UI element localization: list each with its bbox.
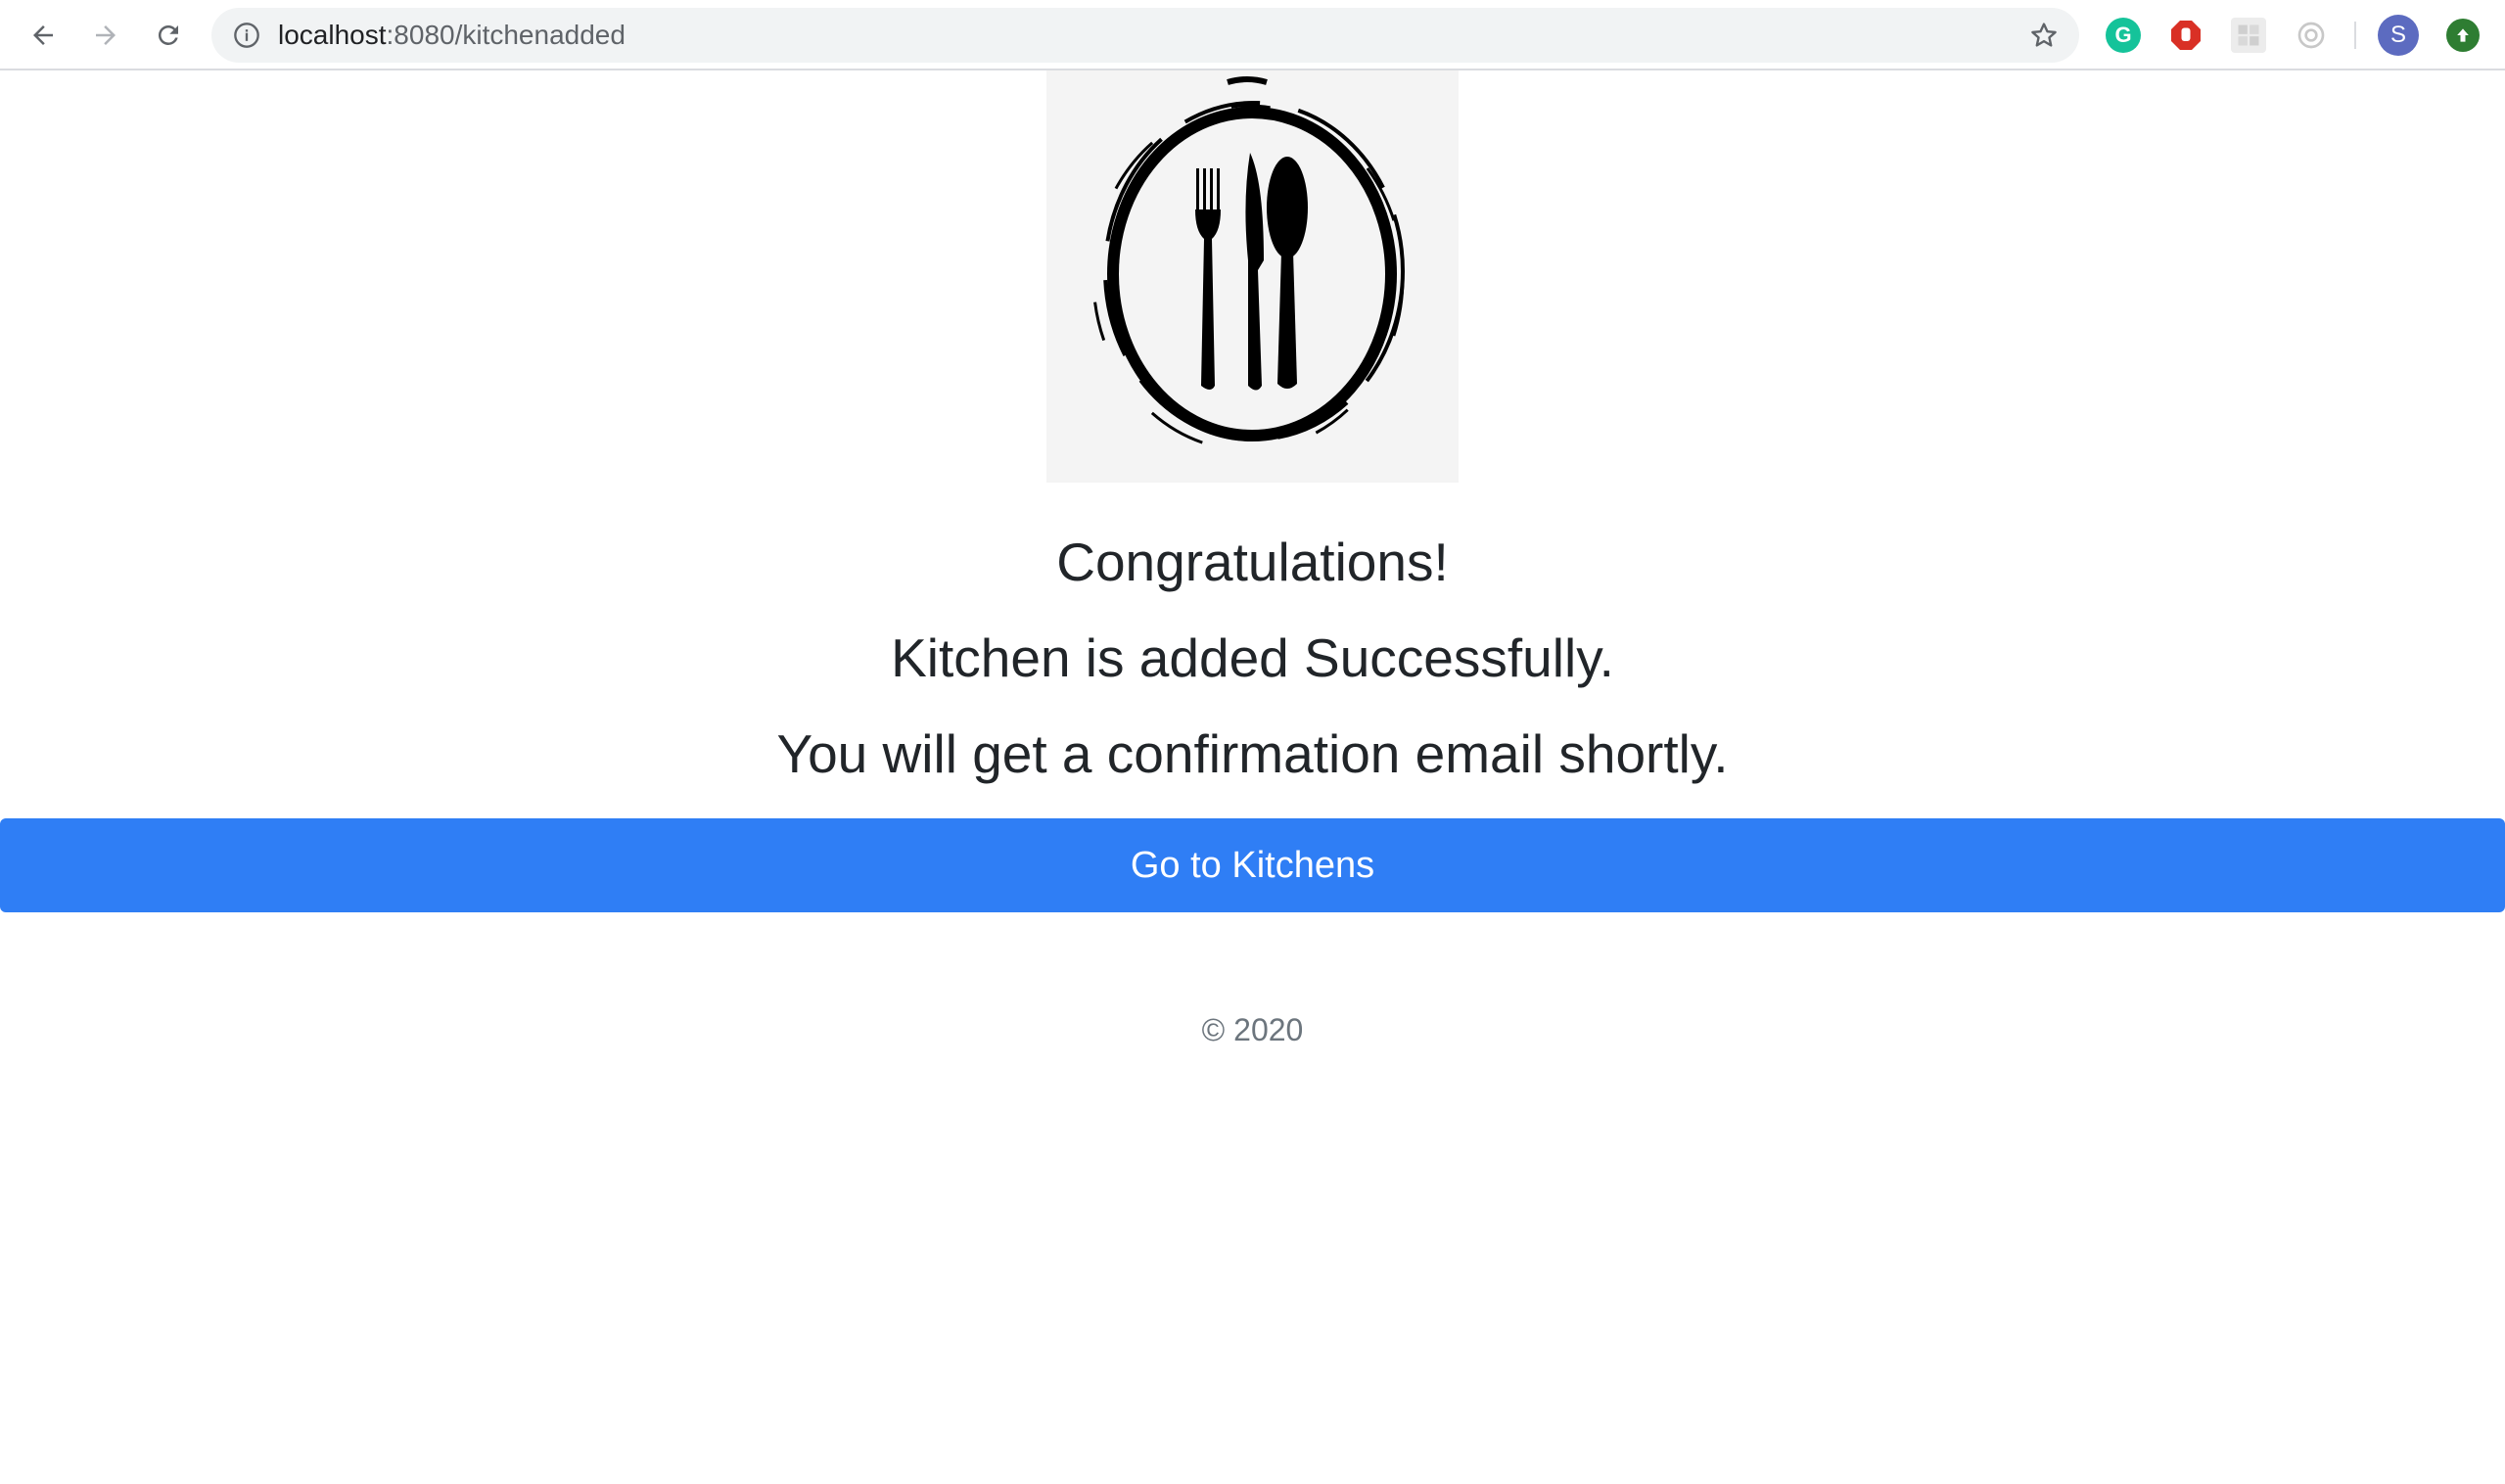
browser-toolbar: localhost:8080/kitchenadded G S — [0, 0, 2505, 70]
toolbar-divider — [2354, 22, 2356, 49]
grid-icon — [2238, 24, 2259, 46]
update-icon[interactable] — [2446, 19, 2480, 52]
confirmation-message: You will get a confirmation email shortl… — [776, 723, 1729, 784]
back-button[interactable] — [20, 12, 67, 59]
forward-button[interactable] — [82, 12, 129, 59]
grammarly-extension-icon[interactable]: G — [2106, 18, 2141, 53]
reload-icon — [158, 24, 178, 45]
copyright-footer: © 2020 — [1201, 1012, 1304, 1047]
profile-avatar[interactable]: S — [2378, 15, 2419, 56]
profile-initial: S — [2389, 22, 2406, 48]
restaurant-logo — [1046, 70, 1459, 483]
arrow-right-icon — [96, 25, 116, 45]
go-to-kitchens-button[interactable]: Go to Kitchens — [0, 818, 2505, 912]
arrow-left-icon — [33, 25, 53, 45]
camera-extension-icon[interactable] — [2294, 18, 2329, 53]
lens-icon — [2297, 22, 2325, 49]
congratulations-heading: Congratulations! — [1056, 532, 1449, 592]
reload-button[interactable] — [145, 12, 192, 59]
grammarly-letter: G — [2114, 23, 2132, 47]
plate-cutlery-icon — [1091, 76, 1405, 452]
extension-grid-icon[interactable] — [2231, 18, 2266, 53]
stop-hand-icon — [2171, 21, 2201, 50]
arrow-up-icon — [2457, 28, 2469, 42]
address-bar[interactable]: localhost:8080/kitchenadded — [211, 8, 2079, 63]
star-icon[interactable] — [2028, 20, 2060, 51]
success-message: Kitchen is added Successfully. — [891, 627, 1614, 688]
url-host: localhost — [278, 20, 387, 50]
adblock-extension-icon[interactable] — [2168, 18, 2203, 53]
page-content: Congratulations! Kitchen is added Succes… — [0, 70, 2505, 1484]
url-path: :8080/kitchenadded — [386, 20, 626, 50]
info-icon[interactable] — [233, 22, 260, 49]
url-text[interactable]: localhost:8080/kitchenadded — [278, 8, 626, 63]
